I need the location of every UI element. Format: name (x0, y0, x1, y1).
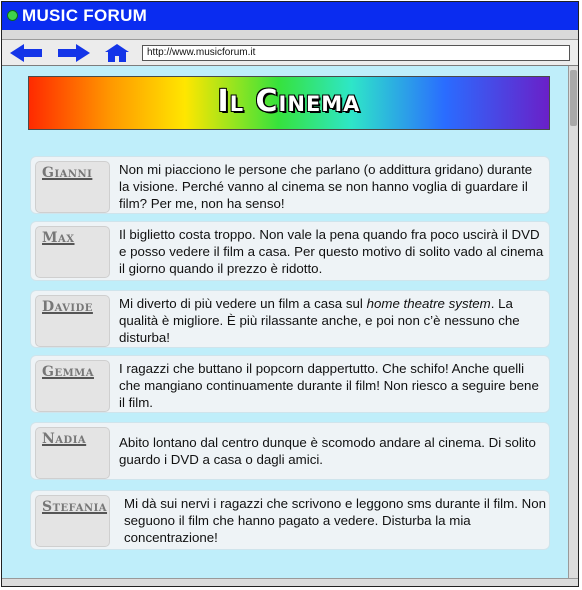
post-text: Non mi piacciono le persone che parlano … (119, 162, 533, 211)
post-author[interactable]: Max (42, 230, 75, 246)
browser-window: MUSIC FORUM http://www.musicforum.it Il … (1, 1, 579, 587)
page-content: Il Cinema Gianni Non mi piacciono le per… (2, 66, 568, 578)
user-card: Stefania (35, 495, 110, 547)
post-text: Mi diverto di più vedere un film a casa … (119, 296, 520, 345)
user-card: Max (35, 226, 110, 278)
navigation-bar: http://www.musicforum.it (2, 40, 578, 66)
forum-post: Stefania Mi dà sui nervi i ragazzi che s… (30, 490, 550, 550)
forum-post: Gemma I ragazzi che buttano il popcorn d… (30, 355, 550, 413)
post-author[interactable]: Davide (42, 299, 93, 315)
toolbar-strip (2, 30, 578, 40)
user-card: Davide (35, 295, 110, 347)
page-banner: Il Cinema (28, 76, 550, 130)
post-author[interactable]: Stefania (42, 499, 107, 515)
post-author[interactable]: Nadia (42, 431, 86, 447)
back-arrow-icon[interactable] (10, 44, 42, 62)
forum-post: Gianni Non mi piacciono le persone che p… (30, 156, 550, 214)
user-card: Gemma (35, 360, 110, 412)
page-title: Il Cinema (217, 84, 361, 119)
forum-post: Nadia Abito lontano dal centro dunque è … (30, 422, 550, 480)
post-text: I ragazzi che buttano il popcorn dappert… (119, 361, 539, 410)
home-icon[interactable] (105, 44, 129, 62)
address-bar[interactable]: http://www.musicforum.it (142, 45, 570, 61)
post-author[interactable]: Gemma (42, 364, 94, 380)
post-text: Mi dà sui nervi i ragazzi che scrivono e… (124, 496, 546, 545)
post-author[interactable]: Gianni (42, 165, 92, 181)
user-card: Gianni (35, 161, 110, 213)
forum-post: Davide Mi diverto di più vedere un film … (30, 290, 550, 348)
title-bar: MUSIC FORUM (2, 2, 578, 30)
post-text: Il biglietto costa troppo. Non vale la p… (119, 227, 544, 276)
window-status-icon (7, 10, 18, 21)
horizontal-scrollbar[interactable] (2, 578, 578, 586)
vertical-scrollbar[interactable] (568, 66, 578, 578)
forum-post: Max Il biglietto costa troppo. Non vale … (30, 221, 550, 281)
post-text: Abito lontano dal centro dunque è scomod… (119, 435, 536, 467)
window-title: MUSIC FORUM (22, 6, 148, 25)
forward-arrow-icon[interactable] (58, 44, 90, 62)
scroll-thumb[interactable] (570, 70, 577, 126)
user-card: Nadia (35, 427, 110, 479)
